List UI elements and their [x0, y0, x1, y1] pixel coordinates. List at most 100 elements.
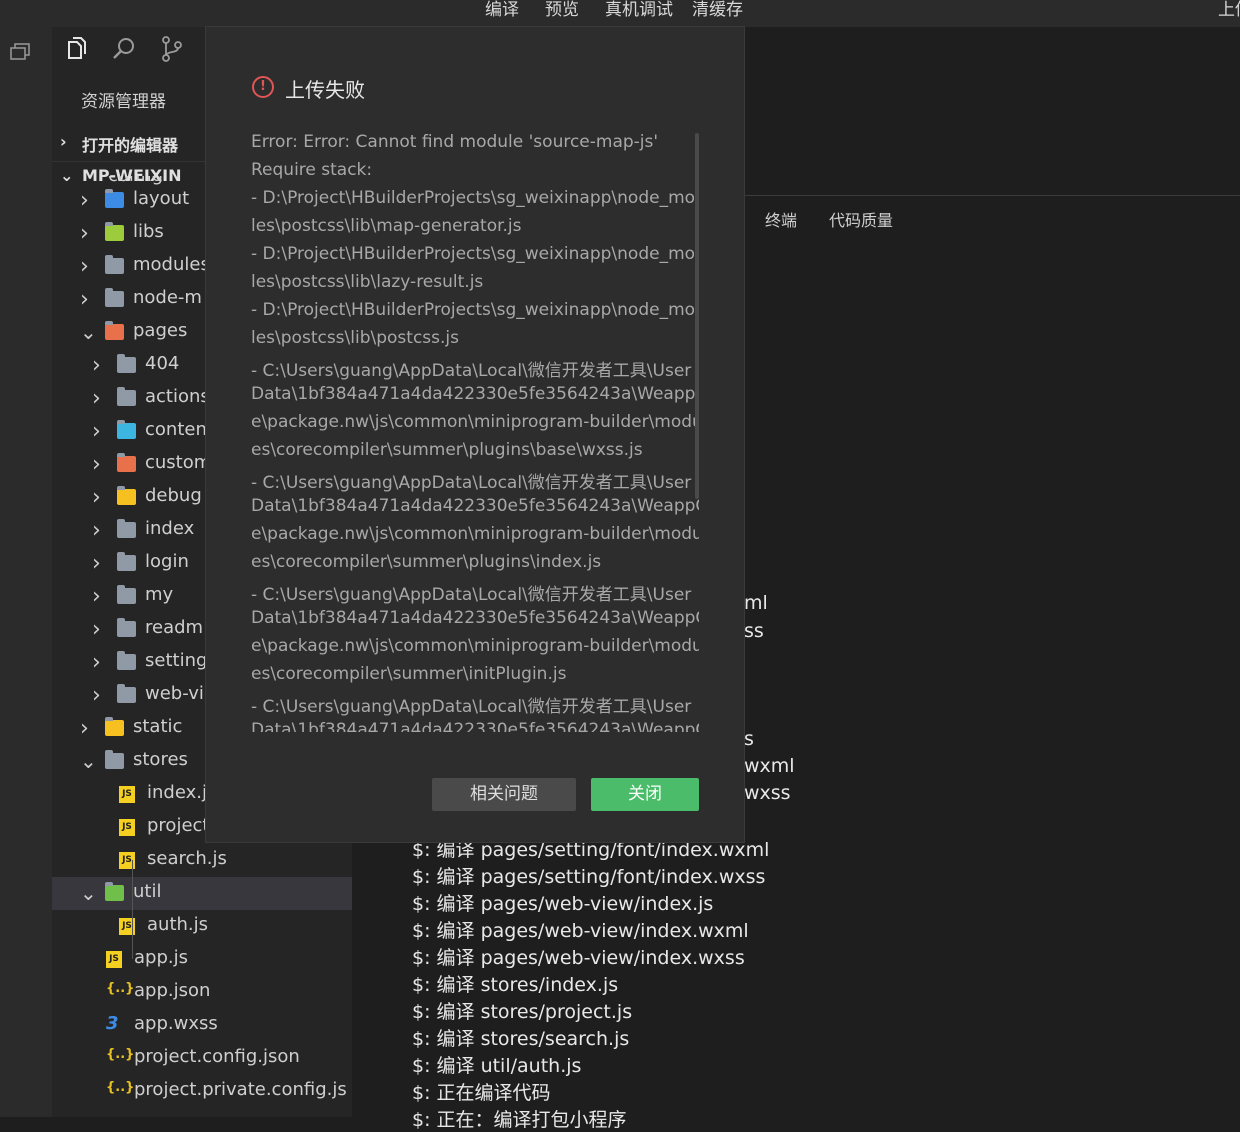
error-line: les\postcss\lib\lazy-result.js	[251, 272, 484, 292]
error-message-body[interactable]: Error: Error: Cannot find module 'source…	[251, 132, 699, 732]
css-file-icon: 3	[106, 1013, 119, 1034]
chevron-down-icon: ⌄	[80, 749, 97, 773]
search-icon[interactable]	[110, 35, 138, 63]
chevron-down-icon: ⌄	[80, 320, 97, 344]
explorer-icon[interactable]	[62, 35, 90, 63]
window-toggle-icon[interactable]	[9, 41, 33, 63]
terminal-line: $: 编译 pages/setting/font/index.wxss	[412, 866, 766, 888]
error-line: es\corecompiler\summer\plugins\index.js	[251, 552, 602, 572]
chevron-right-icon: ›	[92, 485, 101, 510]
error-line: - C:\Users\guang\AppData\Local\微信开发者工具\U…	[251, 473, 692, 493]
tree-item-label: web-vi	[145, 683, 204, 704]
error-icon: !	[252, 76, 274, 98]
chevron-right-icon: ›	[80, 188, 89, 213]
custom-folder-icon	[117, 453, 136, 472]
error-line: Require stack:	[251, 160, 373, 180]
tab-terminal[interactable]: 终端	[765, 207, 797, 231]
folder-open-icon	[105, 750, 124, 769]
upload-button[interactable]: 上传	[1218, 0, 1240, 20]
error-line: - C:\Users\guang\AppData\Local\微信开发者工具\U…	[251, 585, 692, 605]
real-device-debug-button[interactable]: 真机调试	[605, 0, 673, 20]
js-file-icon: JS	[119, 819, 135, 836]
static-folder-icon	[105, 717, 124, 736]
upload-failed-dialog: ! 上传失败 Error: Error: Cannot find module …	[206, 27, 744, 842]
tree-item-label: readm	[145, 617, 204, 638]
terminal-fragment: wxss	[744, 782, 791, 804]
error-line: - D:\Project\HBuilderProjects\sg_weixina…	[251, 300, 699, 320]
chevron-down-icon: ⌄	[60, 166, 74, 185]
chevron-right-icon: ›	[92, 353, 101, 378]
chevron-right-icon: ›	[92, 419, 101, 444]
chevron-right-icon: ›	[92, 518, 101, 543]
panel-tabs-divider	[744, 195, 1240, 196]
chevron-right-icon: ›	[92, 551, 101, 576]
dialog-scrollbar[interactable]	[695, 133, 699, 499]
activity-bar	[0, 27, 52, 1117]
tree-item[interactable]: {..} project.config.json	[52, 1042, 352, 1075]
terminal-fragment: ml	[744, 592, 768, 614]
tree-item[interactable]: 3 app.wxss	[52, 1009, 352, 1042]
tree-item-label: app.js	[134, 947, 188, 968]
util-folder-icon	[105, 882, 124, 901]
tree-item-label: index	[145, 518, 195, 539]
tree-item[interactable]: JS auth.js	[52, 910, 352, 943]
error-line: les\postcss\lib\postcss.js	[251, 328, 459, 348]
folder-icon	[105, 255, 124, 274]
compile-button[interactable]: 编译	[485, 0, 519, 20]
libs-folder-icon	[105, 222, 124, 241]
error-line: e\package.nw\js\common\miniprogram-build…	[251, 412, 699, 432]
tree-item-label: my	[145, 584, 174, 605]
tree-item[interactable]: {..} app.json	[52, 976, 352, 1009]
tree-item-label: node-m	[133, 287, 202, 308]
tab-code-quality[interactable]: 代码质量	[829, 207, 893, 231]
tree-item-label: util	[133, 881, 162, 902]
folder-icon	[105, 288, 124, 307]
folder-icon	[117, 552, 136, 571]
error-line: Error: Error: Cannot find module 'source…	[251, 132, 659, 152]
tree-item-label: static	[133, 716, 183, 737]
tree-item[interactable]: JS app.js	[52, 943, 352, 976]
debug-folder-icon	[117, 486, 136, 505]
preview-button[interactable]: 预览	[545, 0, 579, 20]
tree-item-label: search.js	[147, 848, 227, 869]
folder-icon	[117, 684, 136, 703]
dialog-title: 上传失败	[285, 78, 365, 102]
chevron-right-icon: ›	[92, 584, 101, 609]
tree-item-label: stores	[133, 749, 188, 770]
chevron-right-icon: ›	[92, 617, 101, 642]
tree-item-label: layout	[133, 188, 190, 209]
terminal-fragment: ss	[744, 620, 764, 642]
json-file-icon: {..}	[106, 1080, 135, 1095]
folder-icon	[117, 618, 136, 637]
source-control-icon[interactable]	[158, 35, 186, 63]
clear-cache-button[interactable]: 清缓存	[692, 0, 743, 20]
js-file-icon: JS	[106, 951, 122, 968]
folder-icon	[117, 651, 136, 670]
related-issues-button[interactable]: 相关问题	[432, 778, 576, 811]
chevron-right-icon: ›	[92, 650, 101, 675]
tree-item-label: debug	[145, 485, 202, 506]
tree-item[interactable]: JS search.js	[52, 844, 352, 877]
chevron-right-icon: ›	[80, 716, 89, 741]
error-line: es\corecompiler\summer\initPlugin.js	[251, 664, 567, 684]
close-button[interactable]: 关闭	[591, 778, 699, 811]
explorer-title: 资源管理器	[81, 92, 166, 112]
tree-item[interactable]: {..} project.private.config.js	[52, 1075, 352, 1108]
error-line: Data\1bf384a471a4da422330e5fe3564243a\We…	[251, 720, 699, 732]
chevron-right-icon: ›	[80, 221, 89, 246]
tree-item-label: login	[145, 551, 189, 572]
error-line: les\postcss\lib\map-generator.js	[251, 216, 522, 236]
chevron-right-icon: ›	[80, 287, 89, 312]
chevron-right-icon: ›	[92, 452, 101, 477]
folder-icon	[117, 354, 136, 373]
tree-item-label: 404	[145, 353, 180, 374]
pages-folder-icon	[105, 321, 124, 340]
chevron-right-icon: ›	[92, 386, 101, 411]
terminal-line: $: 编译 pages/web-view/index.wxml	[412, 920, 749, 942]
terminal-fragment: s	[744, 728, 754, 750]
terminal-line: $: 编译 stores/index.js	[412, 974, 619, 996]
tree-item[interactable]: ⌄ util	[52, 877, 352, 910]
terminal-line: $: 正在编译代码	[412, 1082, 551, 1104]
error-line: e\package.nw\js\common\miniprogram-build…	[251, 636, 699, 656]
tree-item-label: project.config.json	[134, 1046, 300, 1067]
